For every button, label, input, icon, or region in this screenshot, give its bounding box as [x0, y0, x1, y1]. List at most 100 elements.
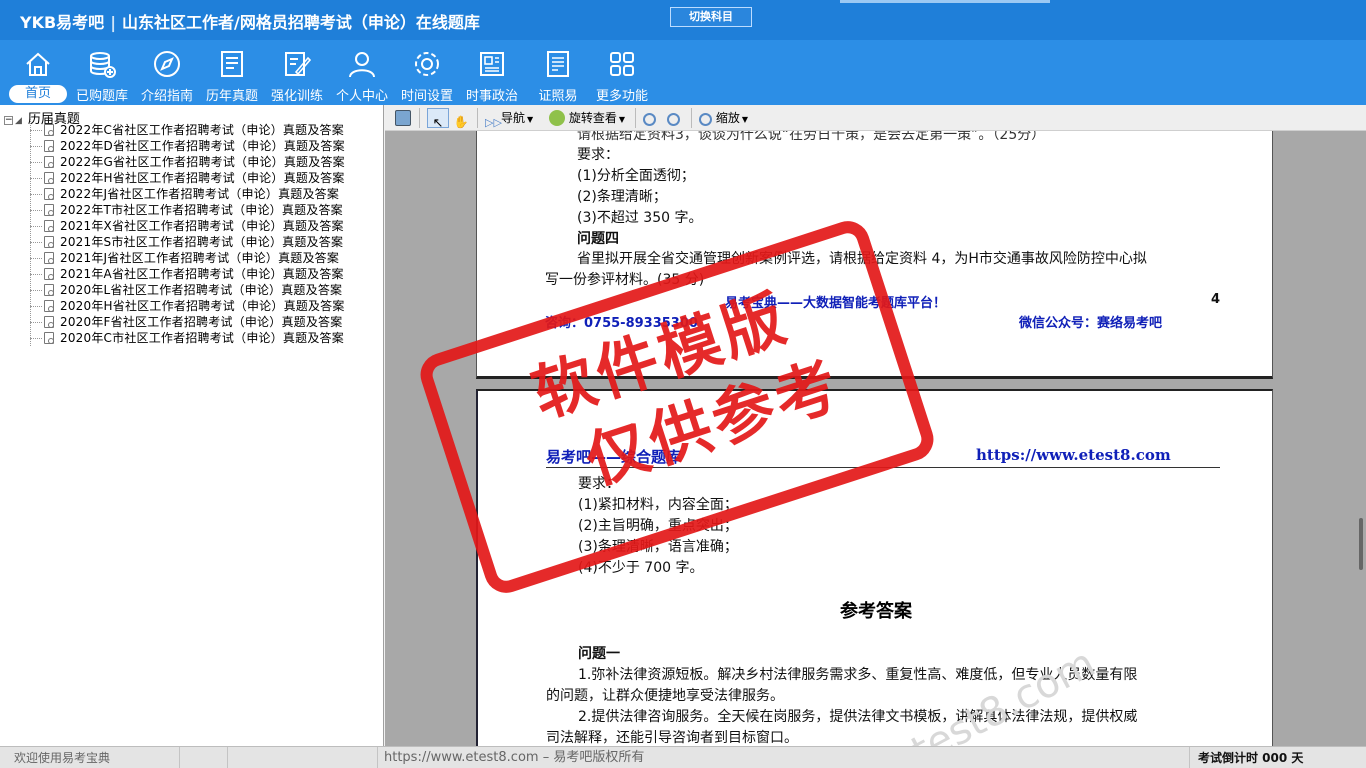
- exam-tree-panel: − ◢ 历届真题 2022年C省社区工作者招聘考试（申论）真题及答案 2022年D省社…: [0, 105, 384, 746]
- dropdown-arrow-icon: ▼: [618, 115, 625, 124]
- home-icon: [26, 52, 50, 76]
- tree-item[interactable]: 2022年J省社区工作者招聘考试（申论）真题及答案: [0, 186, 383, 202]
- document-icon: [44, 300, 54, 312]
- document-icon: [44, 316, 54, 328]
- tree-item[interactable]: 2020年F省社区工作者招聘考试（申论）真题及答案: [0, 314, 383, 330]
- tree-item-label: 2021年X省社区工作者招聘考试（申论）真题及答案: [60, 219, 344, 233]
- nav-more-label: 更多功能: [595, 89, 648, 104]
- tree-item[interactable]: 2022年C省社区工作者招聘考试（申论）真题及答案: [0, 122, 383, 138]
- select-tool-button[interactable]: ↖: [427, 108, 449, 131]
- nav-guide[interactable]: 介绍指南: [135, 45, 199, 105]
- nav-past-exams[interactable]: 历年真题: [200, 45, 264, 105]
- export-button[interactable]: [395, 108, 411, 128]
- tree-connector: [30, 258, 42, 259]
- page-text: 要求：: [577, 147, 619, 163]
- tree-item-label: 2020年C市社区工作者招聘考试（申论）真题及答案: [60, 331, 344, 345]
- question-heading: 问题四: [577, 231, 619, 247]
- tree-connector: [30, 146, 42, 147]
- magnifier-icon: [699, 113, 712, 126]
- tree-connector: [30, 178, 42, 179]
- compass-icon: [154, 51, 180, 77]
- page-text: (3)不超过 350 字。: [577, 210, 703, 226]
- toolbar-divider: [635, 108, 636, 128]
- navigation-dropdown[interactable]: ▷▷导航 ▼: [485, 108, 534, 129]
- nav-training[interactable]: 强化训练: [265, 45, 329, 105]
- tree-item-label: 2022年H省社区工作者招聘考试（申论）真题及答案: [60, 171, 345, 185]
- navigation-icon: ▷▷: [485, 116, 502, 129]
- nav-home-label: 首页: [9, 85, 67, 103]
- page-text: 请根据给定资料3，谈谈为什么说“在劳日千策，是会去定第一策”。（25分）: [577, 131, 1046, 143]
- page-text: 司法解释，还能引导咨询者到目标窗口。: [546, 730, 798, 746]
- document-icon: [44, 220, 54, 232]
- nav-profile-label: 个人中心: [335, 89, 388, 104]
- zoom-out-button[interactable]: [643, 108, 656, 128]
- copyright-text: https://www.etest8.com – 易考吧版权所有: [378, 747, 1190, 768]
- nav-guide-label: 介绍指南: [140, 89, 193, 104]
- tree-item-label: 2021年J省社区工作者招聘考试（申论）真题及答案: [60, 251, 340, 265]
- tree-item-label: 2022年T市社区工作者招聘考试（申论）真题及答案: [60, 203, 343, 217]
- tree-item[interactable]: 2021年X省社区工作者招聘考试（申论）真题及答案: [0, 218, 383, 234]
- grid-icon: [610, 52, 634, 76]
- tree-item-label: 2022年C省社区工作者招聘考试（申论）真题及答案: [60, 123, 344, 137]
- nav-training-label: 强化训练: [270, 89, 323, 104]
- tree-item-label: 2022年D省社区工作者招聘考试（申论）真题及答案: [60, 139, 345, 153]
- tree-connector: [30, 210, 42, 211]
- toolbar-divider: [419, 108, 420, 128]
- tree-connector: [30, 162, 42, 163]
- tree-item[interactable]: 2021年J省社区工作者招聘考试（申论）真题及答案: [0, 250, 383, 266]
- tree-item[interactable]: 2020年L省社区工作者招聘考试（申论）真题及答案: [0, 282, 383, 298]
- tree-item[interactable]: 2020年H省社区工作者招聘考试（申论）真题及答案: [0, 298, 383, 314]
- zoom-label: 缩放: [715, 111, 740, 125]
- tree-item[interactable]: 2022年D省社区工作者招聘考试（申论）真题及答案: [0, 138, 383, 154]
- zoom-dropdown[interactable]: 缩放 ▼: [699, 108, 748, 128]
- tree-item[interactable]: 2022年T市社区工作者招聘考试（申论）真题及答案: [0, 202, 383, 218]
- document-icon: [44, 332, 54, 344]
- nav-purchased-label: 已购题库: [75, 89, 128, 104]
- main-nav: 首页 已购题库 介绍指南 历年真题 强化训练 个人中心 时间设置 时事政治 证照…: [0, 45, 1366, 105]
- export-icon: [395, 110, 411, 126]
- tree-item-label: 2021年S市社区工作者招聘考试（申论）真题及答案: [60, 235, 344, 249]
- tree-item[interactable]: 2021年S市社区工作者招聘考试（申论）真题及答案: [0, 234, 383, 250]
- nav-more[interactable]: 更多功能: [590, 45, 654, 105]
- tree-item[interactable]: 2020年C市社区工作者招聘考试（申论）真题及答案: [0, 330, 383, 346]
- hand-tool-button[interactable]: ✋: [453, 108, 469, 129]
- tree-connector: [30, 338, 42, 339]
- hand-icon: ✋: [453, 115, 469, 129]
- status-cell: [228, 747, 378, 768]
- document-icon: [44, 172, 54, 184]
- tree-item-label: 2020年F省社区工作者招聘考试（申论）真题及答案: [60, 315, 343, 329]
- title-highlight: [840, 0, 1050, 3]
- nav-profile[interactable]: 个人中心: [330, 45, 394, 105]
- answer-title: 参考答案: [840, 601, 912, 622]
- nav-current-affairs[interactable]: 时事政治: [460, 45, 524, 105]
- viewer-scrollbar[interactable]: [1359, 518, 1363, 570]
- nav-certificates-label: 证照易: [538, 89, 578, 104]
- brand-logo: YKB易考吧: [20, 13, 105, 32]
- tree-item-label: 2022年G省社区工作者招聘考试（申论）真题及答案: [60, 155, 345, 169]
- switch-subject-button[interactable]: 切换科目: [670, 7, 752, 27]
- nav-home[interactable]: 首页: [6, 45, 70, 105]
- title-bar: YKB易考吧 | 山东社区工作者/网格员招聘考试（申论）在线题库 切换科目: [0, 0, 1366, 40]
- tree-list: 2022年C省社区工作者招聘考试（申论）真题及答案 2022年D省社区工作者招聘考…: [0, 122, 383, 346]
- tree-item[interactable]: 2021年A省社区工作者招聘考试（申论）真题及答案: [0, 266, 383, 282]
- database-icon: [90, 52, 116, 78]
- gear-icon: [415, 52, 439, 76]
- question-heading: 问题一: [578, 646, 620, 662]
- page-text: (1)分析全面透彻；: [577, 168, 695, 184]
- tree-item-label: 2020年L省社区工作者招聘考试（申论）真题及答案: [60, 283, 343, 297]
- nav-past-exams-label: 历年真题: [205, 89, 258, 104]
- document-icon: [44, 204, 54, 216]
- tree-item-label: 2021年A省社区工作者招聘考试（申论）真题及答案: [60, 267, 344, 281]
- nav-current-affairs-label: 时事政治: [465, 89, 518, 104]
- nav-time-settings[interactable]: 时间设置: [395, 45, 459, 105]
- tree-connector: [30, 274, 42, 275]
- nav-purchased-bank[interactable]: 已购题库: [70, 45, 134, 105]
- app-title: YKB易考吧 | 山东社区工作者/网格员招聘考试（申论）在线题库: [20, 13, 480, 32]
- rotate-view-dropdown[interactable]: 旋转查看 ▼: [549, 108, 625, 128]
- tree-item[interactable]: 2022年H省社区工作者招聘考试（申论）真题及答案: [0, 170, 383, 186]
- dropdown-arrow-icon: ▼: [527, 115, 534, 124]
- tree-item[interactable]: 2022年G省社区工作者招聘考试（申论）真题及答案: [0, 154, 383, 170]
- zoom-in-button[interactable]: [667, 108, 680, 128]
- nav-certificates[interactable]: 证照易: [526, 45, 590, 105]
- toolbar-divider: [691, 108, 692, 128]
